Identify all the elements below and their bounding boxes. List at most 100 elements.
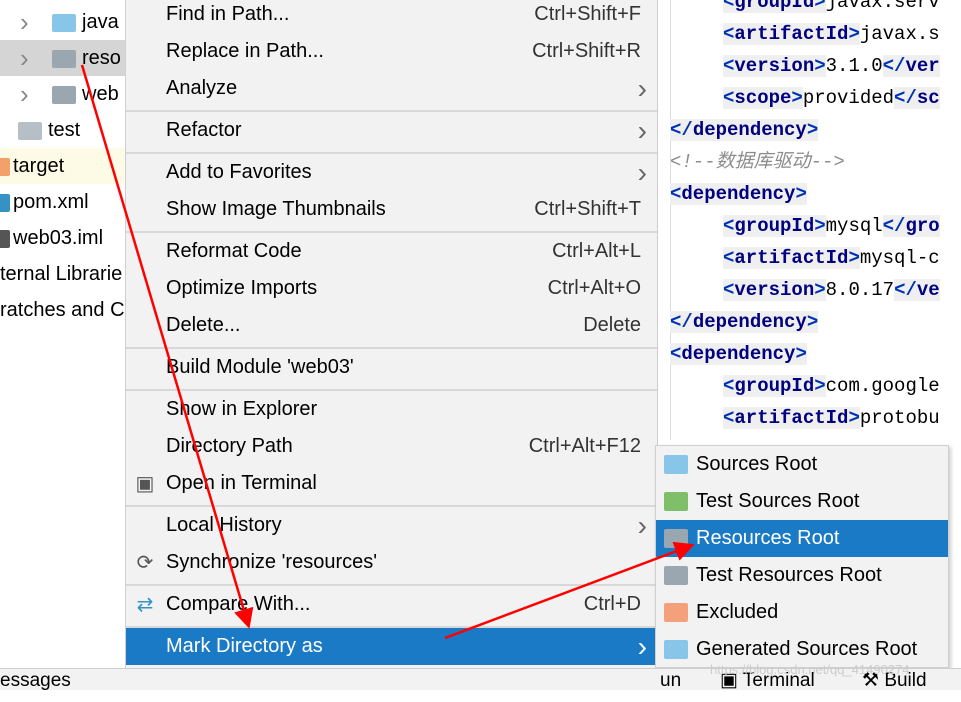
menu-item-label: Build Module 'web03' xyxy=(166,356,354,378)
tree-item-test[interactable]: test xyxy=(0,112,125,148)
tree-item-label: java xyxy=(82,11,119,33)
code-token: dependency xyxy=(692,311,807,333)
menu-item-label: Compare With... xyxy=(166,593,311,615)
menu-item-add-to-favorites[interactable]: Add to Favorites › xyxy=(126,154,657,191)
code-token: artifactId xyxy=(734,247,849,269)
menu-item-build-module-web03[interactable]: Build Module 'web03' xyxy=(126,349,657,386)
code-line: <artifactId>protobu xyxy=(723,402,940,434)
chevron-right-icon: › xyxy=(637,157,647,188)
menu-item-compare-with[interactable]: ⇄ Compare With... Ctrl+D xyxy=(126,586,657,623)
project-tree: › java › reso › web test target pom.xml web03.iml… xyxy=(0,0,125,668)
tree-item-web[interactable]: › web xyxy=(0,76,125,112)
code-token: < xyxy=(723,279,735,301)
code-token: mysql xyxy=(825,215,883,237)
code-line: <!--数据库驱动--> xyxy=(670,146,845,178)
code-line: <artifactId>javax.s xyxy=(723,18,940,50)
menu-item-label: Mark Directory as xyxy=(166,635,323,657)
submenu-item-label: Test Sources Root xyxy=(696,490,860,512)
menu-item-open-in-terminal[interactable]: ▣ Open in Terminal xyxy=(126,465,657,502)
submenu-item-test-resources-root[interactable]: Test Resources Root xyxy=(656,557,948,594)
code-token: groupId xyxy=(734,375,815,397)
tree-item-label: web03.iml xyxy=(13,227,104,249)
test-resources-root-icon xyxy=(664,566,688,585)
tree-item-reso[interactable]: › reso xyxy=(0,40,125,76)
tree-item-label: target xyxy=(13,155,65,177)
tree-item-target[interactable]: target xyxy=(0,148,125,184)
tree-item-java[interactable]: › java xyxy=(0,4,125,40)
code-token: < xyxy=(723,87,735,109)
code-token: mysql-c xyxy=(859,247,940,269)
chevron-right-icon[interactable]: › xyxy=(20,40,29,76)
submenu-item-sources-root[interactable]: Sources Root xyxy=(656,446,948,483)
menu-item-replace-in-path[interactable]: Replace in Path... Ctrl+Shift+R xyxy=(126,33,657,70)
tree-item-label: ternal Librarie xyxy=(0,263,123,285)
submenu-item-test-sources-root[interactable]: Test Sources Root xyxy=(656,483,948,520)
submenu-item-resources-root[interactable]: Resources Root xyxy=(656,520,948,557)
chevron-right-icon[interactable]: › xyxy=(20,76,29,112)
menu-item-find-in-path[interactable]: Find in Path... Ctrl+Shift+F xyxy=(126,0,657,33)
code-line: <groupId>javax.serv xyxy=(723,0,940,18)
code-token: groupId xyxy=(734,0,815,13)
code-token: groupId xyxy=(734,215,815,237)
code-token: > xyxy=(848,23,860,45)
menu-item-shortcut: Ctrl+Alt+L xyxy=(552,240,641,262)
code-token: > xyxy=(814,0,826,13)
folder-icon xyxy=(0,158,10,176)
menu-item-analyze[interactable]: Analyze › xyxy=(126,70,657,107)
menu-item-shortcut: Ctrl+Shift+T xyxy=(534,198,641,220)
code-token: 8.0.17 xyxy=(825,279,895,301)
menu-item-label: Directory Path xyxy=(166,435,293,457)
generated-sources-root-icon xyxy=(664,640,688,659)
code-token: < xyxy=(723,407,735,429)
maven-icon xyxy=(0,194,10,212)
menu-item-refactor[interactable]: Refactor › xyxy=(126,112,657,149)
menu-item-show-in-explorer[interactable]: Show in Explorer xyxy=(126,391,657,428)
submenu-item-label: Excluded xyxy=(696,601,779,623)
menu-item-reformat-code[interactable]: Reformat Code Ctrl+Alt+L xyxy=(126,233,657,270)
chevron-right-icon[interactable]: › xyxy=(20,4,29,40)
compare-icon: ⇄ xyxy=(136,594,154,616)
code-line: <dependency> xyxy=(670,178,807,210)
tree-item-label: reso xyxy=(82,47,121,69)
menu-item-shortcut: Ctrl+Shift+F xyxy=(534,3,641,25)
code-token: < xyxy=(670,183,682,205)
menu-item-synchronize-resources[interactable]: ⟳ Synchronize 'resources' xyxy=(126,544,657,581)
sources-root-icon xyxy=(664,455,688,474)
menu-item-optimize-imports[interactable]: Optimize Imports Ctrl+Alt+O xyxy=(126,270,657,307)
chevron-right-icon: › xyxy=(637,510,647,541)
code-line: <groupId>mysql</gro xyxy=(723,210,940,242)
code-token: < xyxy=(670,343,682,365)
messages-tab[interactable]: essages xyxy=(0,669,71,693)
menu-item-label: Delete... xyxy=(166,314,241,336)
code-token: </ xyxy=(894,87,917,109)
chevron-right-icon: › xyxy=(637,115,647,146)
code-token: > xyxy=(814,279,826,301)
tree-item-pom-xml[interactable]: pom.xml xyxy=(0,184,125,220)
menu-item-label: Reformat Code xyxy=(166,240,302,262)
test-sources-root-icon xyxy=(664,492,688,511)
code-token: > xyxy=(806,119,819,141)
menu-item-local-history[interactable]: Local History › xyxy=(126,507,657,544)
menu-item-delete[interactable]: Delete... Delete xyxy=(126,307,657,344)
menu-item-directory-path[interactable]: Directory Path Ctrl+Alt+F12 xyxy=(126,428,657,465)
code-token: version xyxy=(734,279,815,301)
code-token: com.google xyxy=(825,375,940,397)
menu-item-label: Show Image Thumbnails xyxy=(166,198,386,220)
tree-item-ratches-and-c[interactable]: ratches and C xyxy=(0,292,125,328)
tree-item-ternal-librarie[interactable]: ternal Librarie xyxy=(0,256,125,292)
folder-icon xyxy=(18,122,42,140)
submenu-item-excluded[interactable]: Excluded xyxy=(656,594,948,631)
run-tab[interactable]: un xyxy=(660,669,681,693)
submenu-item-label: Resources Root xyxy=(696,527,840,549)
editor-gutter-line xyxy=(670,0,671,440)
code-token: </ xyxy=(882,55,906,77)
code-token: ve xyxy=(916,279,940,301)
code-token: > xyxy=(795,183,807,205)
tree-item-web03-iml[interactable]: web03.iml xyxy=(0,220,125,256)
code-token: <!--数据库驱动--> xyxy=(670,151,845,173)
code-token: dependency xyxy=(681,183,796,205)
menu-item-mark-directory-as[interactable]: Mark Directory as › xyxy=(126,628,657,665)
menu-item-show-image-thumbnails[interactable]: Show Image Thumbnails Ctrl+Shift+T xyxy=(126,191,657,228)
submenu-item-label: Test Resources Root xyxy=(696,564,882,586)
code-line: </dependency> xyxy=(670,114,819,146)
